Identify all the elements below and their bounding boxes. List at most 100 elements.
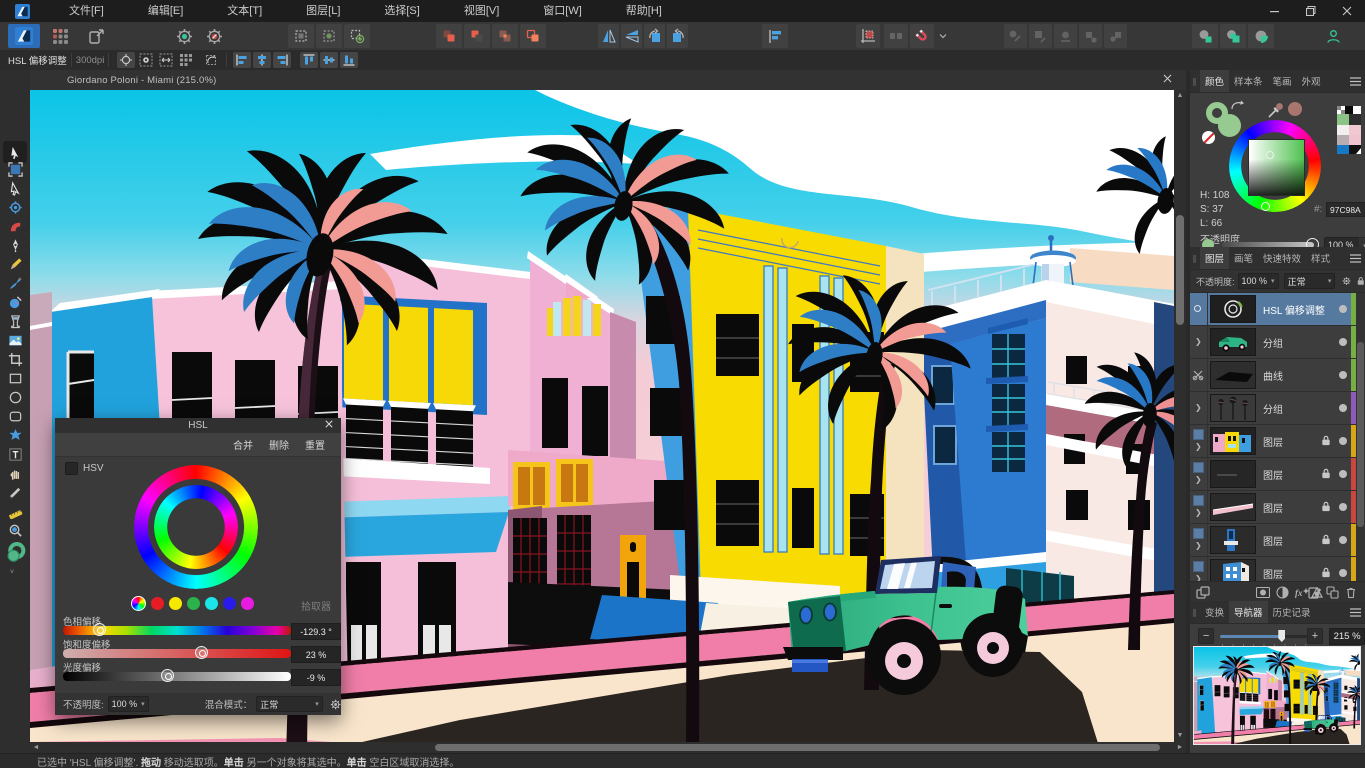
insert-inside-icon[interactable] [1029, 24, 1052, 48]
hue-ring-cursor[interactable] [1261, 202, 1270, 211]
measure-tool[interactable] [3, 502, 27, 520]
layer-row-shadow[interactable]: 曲线 [1190, 359, 1356, 392]
account-person-icon[interactable] [1318, 24, 1348, 48]
layer-thumbnail[interactable] [1211, 461, 1255, 487]
snapping-disabled-icon[interactable] [884, 24, 908, 48]
arrange-front-icon[interactable] [1248, 24, 1274, 48]
layer-lock-icon[interactable] [1321, 501, 1331, 512]
scroll-down-arrow[interactable]: ▼ [1174, 730, 1186, 742]
saturation-cursor[interactable] [1266, 151, 1274, 159]
layer-row-dark[interactable]: ❯图层 [1190, 458, 1356, 491]
knife-tool[interactable] [3, 483, 27, 501]
layer-checkbox[interactable] [1193, 429, 1204, 440]
layer-expander[interactable]: ❯ [1195, 442, 1202, 451]
geometry-divide-icon[interactable] [520, 24, 546, 48]
tools-overflow-chevron[interactable]: ˅ [10, 569, 14, 576]
rotate-selection-icon[interactable] [202, 52, 220, 68]
layers-lock-icon[interactable] [1357, 275, 1365, 287]
layer-row-palms[interactable]: ❯分组 [1190, 392, 1356, 425]
layer-checkbox[interactable] [1193, 528, 1204, 539]
hsv-checkbox[interactable] [65, 462, 78, 475]
layers-gear-icon[interactable] [1342, 275, 1351, 287]
insert-above-icon[interactable] [1104, 24, 1127, 48]
align-left-icon[interactable] [233, 52, 251, 68]
layer-name[interactable]: 图层 [1263, 500, 1283, 515]
hsl-swatch-green[interactable] [187, 597, 200, 610]
snapping-dropdown-chevron[interactable] [936, 24, 950, 48]
tab-transform[interactable]: 变换 [1200, 601, 1229, 623]
geometry-intersect-icon[interactable] [492, 24, 518, 48]
layer-expander[interactable]: ❯ [1195, 574, 1202, 581]
menu-item-text[interactable]: 文本[T] [205, 0, 284, 22]
layer-expander[interactable]: ❯ [1195, 337, 1202, 346]
hsl-dialog[interactable]: HSL 合并 删除 重置 HSV 拾取器 色相偏移 -129.3 ° [55, 418, 341, 715]
snapping-magnet-icon[interactable] [910, 24, 934, 48]
luminosity-shift-value[interactable]: -9 % [291, 669, 341, 686]
vector-brush-tool[interactable] [3, 274, 27, 292]
snapping-grid-icon[interactable] [856, 24, 880, 48]
layer-thumbnail[interactable] [1211, 296, 1255, 322]
close-button[interactable] [1329, 0, 1365, 22]
layer-row-pink-stripe[interactable]: ❯图层 [1190, 491, 1356, 524]
transparency-tool[interactable] [3, 312, 27, 330]
tab-quick-fx[interactable]: 快速特效 [1258, 247, 1306, 269]
hex-value-field[interactable]: 97C98A [1326, 202, 1365, 217]
hsl-delete-button[interactable]: 删除 [269, 437, 289, 452]
pan-tool[interactable] [3, 464, 27, 482]
hide-selection-icon[interactable] [137, 52, 155, 68]
fill-color-well[interactable] [1218, 114, 1241, 137]
layer-target-dot[interactable] [1194, 305, 1201, 312]
place-image-tool[interactable] [3, 331, 27, 349]
layer-checkbox[interactable] [1193, 495, 1204, 506]
minimize-button[interactable] [1257, 0, 1293, 22]
color-selector[interactable] [3, 543, 27, 561]
tab-stroke[interactable]: 笔画 [1268, 70, 1297, 92]
saturation-shift-value[interactable]: 23 % [291, 646, 341, 663]
layer-name[interactable]: 图层 [1263, 467, 1283, 482]
hsl-opacity-dropdown[interactable]: 100 %▾ [108, 696, 149, 712]
zoom-in-button[interactable]: + [1307, 628, 1323, 644]
tab-brushes[interactable]: 画笔 [1229, 247, 1258, 269]
vertical-scroll-thumb[interactable] [1176, 215, 1184, 325]
vertical-scrollbar[interactable]: ▲ ▼ [1174, 90, 1186, 742]
flip-vertical-icon[interactable] [621, 24, 642, 48]
layer-thumbnail[interactable] [1211, 527, 1255, 553]
navigator-panel-menu-icon[interactable] [1345, 601, 1365, 623]
hue-shift-value[interactable]: -129.3 ° [291, 623, 341, 640]
hsl-picker-label[interactable]: 拾取器 [301, 598, 331, 613]
layer-row-jeep[interactable]: ❯分组 [1190, 326, 1356, 359]
panel-grip[interactable]: ∥ [1190, 601, 1200, 623]
tab-layers[interactable]: 图层 [1200, 247, 1229, 269]
saturation-shift-knob[interactable] [195, 646, 208, 659]
export-persona-button[interactable] [80, 24, 112, 48]
blend-mode-dropdown[interactable]: 正常▾ [1284, 273, 1336, 289]
shape-tool[interactable] [3, 426, 27, 444]
geometry-subtract-icon[interactable] [464, 24, 490, 48]
correction-gear-icon[interactable] [200, 24, 228, 48]
snap-midpoints-icon[interactable] [316, 24, 342, 48]
hsl-reset-button[interactable]: 重置 [305, 437, 325, 452]
rotate-ccw-icon[interactable] [644, 24, 665, 48]
layer-thumbnail[interactable] [1211, 362, 1255, 388]
panel-grip[interactable]: ∥ [1190, 70, 1200, 92]
corner-tool[interactable] [3, 217, 27, 235]
layer-name[interactable]: 分组 [1263, 401, 1283, 416]
order-align-icon[interactable] [762, 24, 788, 48]
menu-item-layer[interactable]: 图层[L] [284, 0, 362, 22]
layer-row-hsl-adjustment[interactable]: HSL 偏移调整 [1190, 293, 1356, 326]
menu-item-window[interactable]: 窗口[W] [521, 0, 604, 22]
ellipse-tool[interactable] [3, 388, 27, 406]
tab-swatches[interactable]: 样本条 [1229, 70, 1268, 92]
hue-shift-slider[interactable] [63, 626, 291, 635]
insert-ontop-icon[interactable] [1054, 24, 1077, 48]
layer-visibility-dot[interactable] [1339, 569, 1347, 577]
layer-visibility-dot[interactable] [1339, 338, 1347, 346]
layer-thumbnail[interactable] [1211, 428, 1255, 454]
layer-visibility-dot[interactable] [1339, 371, 1347, 379]
saturation-shift-slider[interactable] [63, 649, 291, 658]
layer-visibility-dot[interactable] [1339, 305, 1347, 313]
layer-thumbnail[interactable] [1211, 329, 1255, 355]
rotate-cw-icon[interactable] [667, 24, 688, 48]
snap-bounds-icon[interactable] [288, 24, 314, 48]
layer-checkbox[interactable] [1193, 462, 1204, 473]
